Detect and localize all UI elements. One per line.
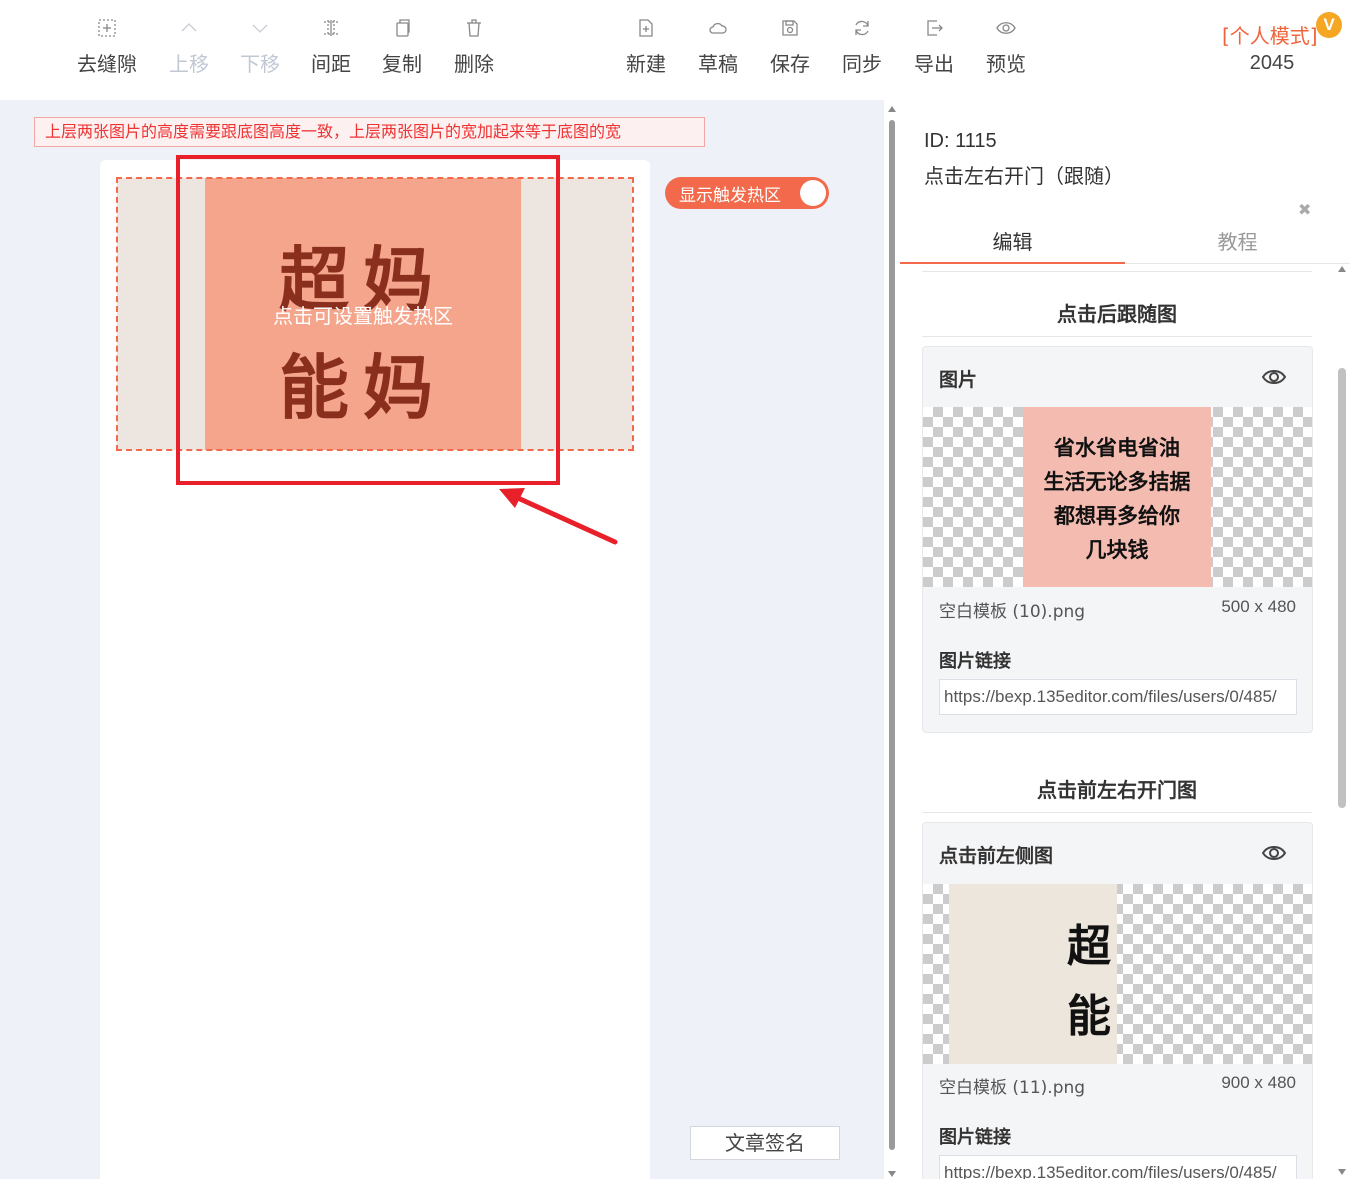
image-preview[interactable]: 超 能 (923, 884, 1312, 1064)
file-name: 空白模板 (10).png (939, 602, 1086, 622)
card-title: 点击前左侧图 (939, 845, 1054, 867)
active-tab-indicator (900, 262, 1125, 264)
scroll-up-icon[interactable] (1338, 266, 1346, 272)
file-name: 空白模板 (11).png (939, 1078, 1086, 1098)
spacing-button[interactable]: 间距 (295, 18, 367, 77)
move-up-button[interactable]: 上移 (153, 18, 225, 77)
eye-icon[interactable] (1262, 841, 1286, 865)
panel-tabs: 编辑 教程 (900, 216, 1350, 264)
editor-scrollbar[interactable] (884, 100, 900, 1179)
toggle-label: 显示触发热区 (679, 186, 781, 206)
image-preview[interactable]: 省水省电省油 生活无论多拮据 都想再多给你 几块钱 (923, 407, 1312, 587)
personal-mode-label[interactable]: [个人模式] (1222, 20, 1318, 49)
show-hotzone-toggle[interactable]: 显示触发热区 (665, 177, 829, 209)
image-card-follow: 图片 省水省电省油 生活无论多拮据 都想再多给你 几块钱 空白模板 (10).p… (922, 346, 1313, 733)
save-button[interactable]: 保存 (754, 18, 826, 77)
vip-badge-icon[interactable]: V (1316, 12, 1342, 38)
scroll-down-icon[interactable] (888, 1171, 896, 1177)
image-card-left-door: 点击前左侧图 超 能 空白模板 (11).png 900 x 480 图片链接 … (922, 822, 1313, 1179)
export-button[interactable]: 导出 (898, 18, 970, 77)
move-down-button[interactable]: 下移 (224, 18, 296, 77)
link-label: 图片链接 (939, 651, 1011, 672)
chevron-up-icon (153, 18, 225, 44)
tab-edit[interactable]: 编辑 (900, 226, 1125, 255)
copy-icon (366, 18, 438, 44)
preview-image: 超 能 (949, 884, 1117, 1064)
spacing-icon (295, 18, 367, 44)
panel-scrollbar[interactable] (1334, 264, 1350, 1179)
save-icon (754, 18, 826, 44)
preview-button[interactable]: 预览 (970, 18, 1042, 77)
toolbar: 去缝隙 上移 下移 间距 复制 删除 新建 草稿 保存 同步 导出 预览 [个人… (0, 0, 1350, 100)
copy-button[interactable]: 复制 (366, 18, 438, 77)
remove-gap-button[interactable]: 去缝隙 (71, 18, 143, 77)
eye-icon (970, 18, 1042, 44)
card-title: 图片 (939, 369, 978, 391)
hint-banner: 上层两张图片的高度需要跟底图高度一致，上层两张图片的宽加起来等于底图的宽 (34, 117, 705, 147)
link-label: 图片链接 (939, 1127, 1011, 1148)
toggle-knob (800, 180, 826, 206)
gap-icon (71, 18, 143, 44)
section-title-before-click: 点击前左右开门图 (1037, 778, 1197, 802)
scrollbar-thumb[interactable] (1338, 368, 1346, 808)
draft-button[interactable]: 草稿 (682, 18, 754, 77)
count-value: 2045 (1249, 52, 1295, 74)
article-signature-button[interactable]: 文章签名 (690, 1126, 840, 1160)
scrollbar-thumb[interactable] (889, 120, 895, 1150)
tab-tutorial[interactable]: 教程 (1125, 226, 1350, 255)
divider (922, 336, 1312, 337)
sync-icon (826, 18, 898, 44)
new-button[interactable]: 新建 (610, 18, 682, 77)
image-size: 900 x 480 (1221, 1073, 1296, 1092)
divider (922, 271, 1312, 272)
scroll-down-icon[interactable] (1338, 1169, 1346, 1175)
export-icon (898, 18, 970, 44)
delete-button[interactable]: 删除 (438, 18, 510, 77)
scroll-up-icon[interactable] (888, 106, 896, 112)
image-size: 500 x 480 (1221, 597, 1296, 616)
sync-button[interactable]: 同步 (826, 18, 898, 77)
image-link-input[interactable]: https://bexp.135editor.com/files/users/0… (939, 1155, 1297, 1179)
image-link-input[interactable]: https://bexp.135editor.com/files/users/0… (939, 679, 1297, 715)
divider (922, 812, 1312, 813)
chevron-down-icon (224, 18, 296, 44)
preview-image: 省水省电省油 生活无论多拮据 都想再多给你 几块钱 (1023, 407, 1211, 587)
annotation-red-box (176, 155, 560, 485)
new-file-icon (610, 18, 682, 44)
section-title-after-click: 点击后跟随图 (1057, 302, 1177, 326)
trash-icon (438, 18, 510, 44)
annotation-arrow-icon (499, 488, 618, 545)
cloud-icon (682, 18, 754, 44)
eye-icon[interactable] (1262, 365, 1286, 389)
component-name: 点击左右开门（跟随） (924, 164, 1124, 188)
component-id: ID: 1115 (924, 130, 997, 152)
